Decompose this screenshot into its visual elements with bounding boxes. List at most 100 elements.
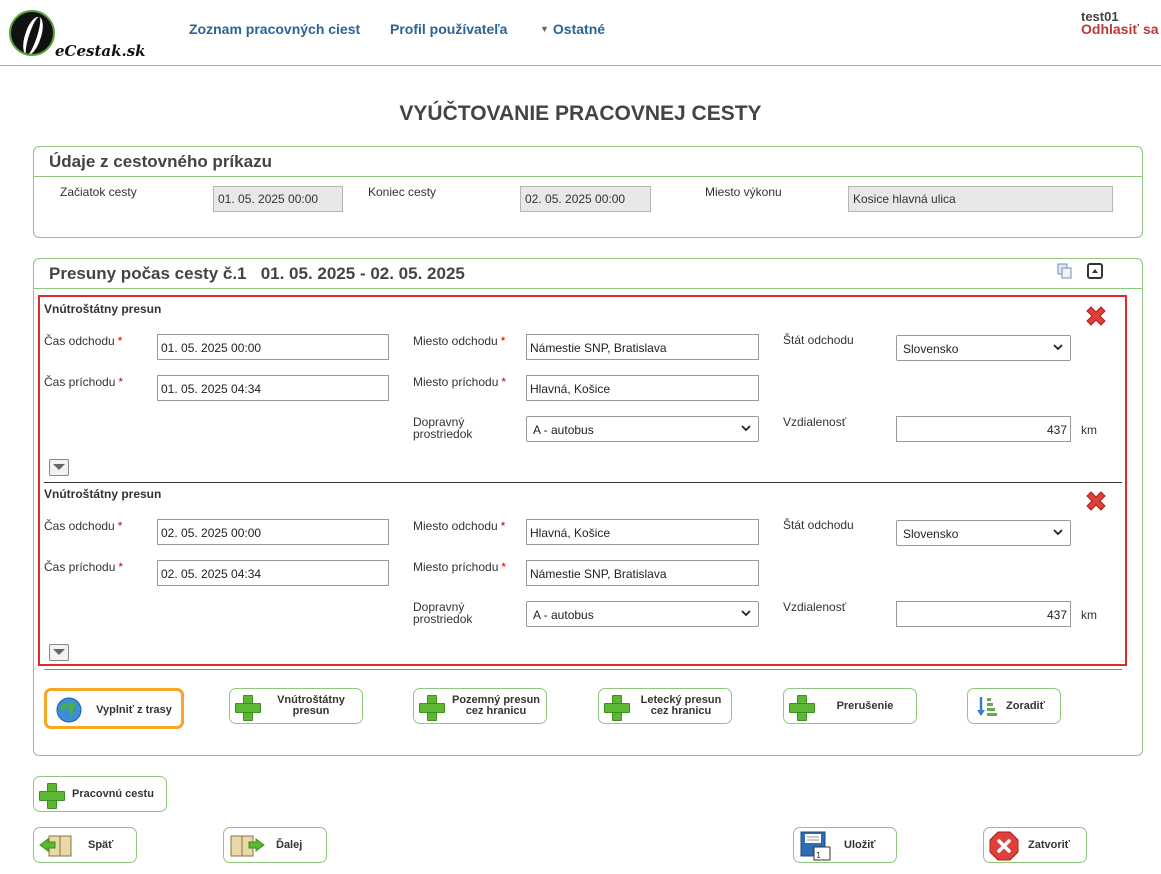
add-interruption-button[interactable]: Prerušenie: [783, 688, 917, 724]
transfers-date-range: 01. 05. 2025 - 02. 05. 2025: [260, 264, 465, 283]
transport-select[interactable]: A - autobus: [526, 416, 759, 442]
chevron-down-icon: [741, 610, 751, 617]
logo-icon[interactable]: [9, 10, 55, 56]
arrival-place-label: Miesto príchodu *: [413, 375, 507, 389]
trip-start-field: 01. 05. 2025 00:00: [213, 186, 343, 212]
distance-label: Vzdialenosť: [783, 415, 847, 429]
transfers-title: Presuny počas cesty č.1 01. 05. 2025 - 0…: [49, 264, 465, 284]
nav-other-label: Ostatné: [552, 21, 606, 37]
departure-place-label: Miesto odchodu *: [413, 334, 506, 348]
departure-place-label: Miesto odchodu *: [413, 519, 506, 533]
arrival-place-input[interactable]: Hlavná, Košice: [526, 375, 759, 401]
add-trip-button[interactable]: Pracovnú cestu: [33, 776, 167, 812]
trip-info-title: Údaje z cestovného príkazu: [49, 152, 272, 171]
actions-divider: [44, 669, 1122, 670]
transport-value: A - autobus: [533, 608, 594, 622]
panel-divider: [34, 176, 1142, 177]
collapse-icon[interactable]: [1087, 263, 1103, 279]
triangle-down-icon: [53, 649, 65, 655]
departure-place-input[interactable]: Hlavná, Košice: [526, 519, 759, 545]
panel-divider: [34, 288, 1142, 289]
delete-icon[interactable]: [1083, 303, 1109, 329]
segment-2-title: Vnútroštátny presun: [44, 487, 162, 501]
save-button[interactable]: 1 Uložiť: [793, 827, 897, 863]
close-icon: [989, 831, 1019, 861]
departure-country-label: Štát odchodu: [783, 518, 854, 532]
distance-label: Vzdialenosť: [783, 600, 847, 614]
plus-icon: [39, 783, 65, 809]
arrival-time-input[interactable]: 01. 05. 2025 04:34: [157, 375, 389, 401]
nav-other-menu[interactable]: ▼ Ostatné: [540, 21, 605, 37]
country-value: Slovensko: [903, 342, 959, 356]
plus-icon: [235, 695, 261, 721]
back-label: Späť: [88, 839, 114, 851]
transport-label: Dopravný prostriedok: [413, 600, 473, 626]
chevron-down-icon: [1053, 344, 1063, 351]
caret-down-icon: ▼: [540, 24, 549, 34]
nav-user-profile[interactable]: Profil používateľa: [390, 21, 507, 37]
trip-end-label: Koniec cesty: [368, 185, 437, 199]
arrival-time-label: Čas príchodu *: [44, 375, 124, 389]
next-button[interactable]: Ďalej: [223, 827, 327, 863]
globe-icon: [56, 697, 82, 723]
plus-icon: [789, 695, 815, 721]
expand-details-button[interactable]: [49, 644, 69, 661]
logo-text[interactable]: eCestak.sk: [55, 42, 146, 60]
add-interruption-label: Prerušenie: [836, 700, 894, 712]
sort-icon: [977, 697, 997, 716]
top-header: eCestak.sk Zoznam pracovných ciest Profi…: [0, 0, 1161, 66]
country-value: Slovensko: [903, 527, 959, 541]
distance-input[interactable]: 437: [896, 601, 1071, 627]
arrival-time-input[interactable]: 02. 05. 2025 04:34: [157, 560, 389, 586]
logout-link[interactable]: Odhlasiť sa: [1081, 21, 1159, 37]
add-domestic-transfer-button[interactable]: Vnútroštátny presun: [229, 688, 363, 724]
segment-1-title: Vnútroštátny presun: [44, 302, 162, 316]
arrival-place-label: Miesto príchodu *: [413, 560, 507, 574]
transfers-title-text: Presuny počas cesty č.1: [49, 264, 247, 283]
book-next-icon: [230, 835, 265, 857]
departure-country-select[interactable]: Slovensko: [896, 520, 1071, 546]
departure-country-select[interactable]: Slovensko: [896, 335, 1071, 361]
departure-time-label: Čas odchodu *: [44, 519, 123, 533]
transport-select[interactable]: A - autobus: [526, 601, 759, 627]
trip-start-label: Začiatok cesty: [60, 185, 137, 199]
triangle-down-icon: [53, 464, 65, 470]
chevron-down-icon: [1053, 529, 1063, 536]
arrival-time-label: Čas príchodu *: [44, 560, 124, 574]
trip-place-field: Kosice hlavná ulica: [848, 186, 1113, 212]
transport-label: Dopravný prostriedok: [413, 415, 473, 441]
chevron-down-icon: [741, 425, 751, 432]
add-ground-border-button[interactable]: Pozemný presun cez hranicu: [413, 688, 547, 724]
fill-from-route-label: Vyplniť z trasy: [96, 704, 172, 716]
page-title: VYÚČTOVANIE PRACOVNEJ CESTY: [399, 102, 762, 125]
copy-icon[interactable]: [1057, 263, 1073, 279]
svg-text:1: 1: [816, 851, 821, 860]
plus-icon: [604, 695, 630, 721]
fill-from-route-button[interactable]: Vyplniť z trasy: [44, 688, 184, 729]
departure-place-input[interactable]: Námestie SNP, Bratislava: [526, 334, 759, 360]
back-button[interactable]: Späť: [33, 827, 137, 863]
add-domestic-label: Vnútroštátny presun: [277, 694, 345, 717]
next-label: Ďalej: [276, 839, 303, 851]
sort-label: Zoradiť: [1006, 700, 1045, 712]
expand-details-button[interactable]: [49, 459, 69, 476]
trip-end-field: 02. 05. 2025 00:00: [520, 186, 651, 212]
close-button[interactable]: Zatvoriť: [983, 827, 1087, 863]
add-ground-border-label: Pozemný presun cez hranicu: [451, 694, 541, 717]
close-label: Zatvoriť: [1028, 839, 1070, 851]
departure-time-input[interactable]: 02. 05. 2025 00:00: [157, 519, 389, 545]
save-label: Uložiť: [844, 839, 876, 851]
sort-button[interactable]: Zoradiť: [967, 688, 1061, 724]
distance-input[interactable]: 437: [896, 416, 1071, 442]
arrival-place-input[interactable]: Námestie SNP, Bratislava: [526, 560, 759, 586]
segment-divider: [44, 482, 1122, 483]
transport-value: A - autobus: [533, 423, 594, 437]
plus-icon: [419, 695, 445, 721]
nav-trip-list[interactable]: Zoznam pracovných ciest: [189, 21, 360, 37]
delete-icon[interactable]: [1083, 488, 1109, 514]
add-air-border-button[interactable]: Letecký presun cez hranicu: [598, 688, 732, 724]
departure-country-label: Štát odchodu: [783, 333, 854, 347]
distance-unit: km: [1081, 608, 1097, 622]
departure-time-input[interactable]: 01. 05. 2025 00:00: [157, 334, 389, 360]
book-back-icon: [39, 835, 72, 857]
